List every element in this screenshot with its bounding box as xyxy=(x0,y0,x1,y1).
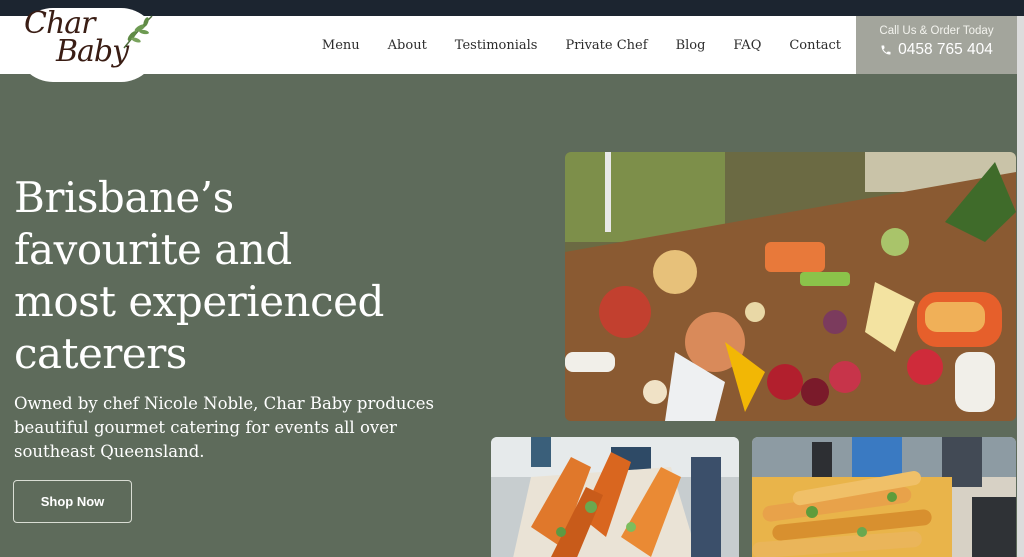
spring-rolls-photo xyxy=(752,437,1016,557)
hero-title-line: Brisbane’s xyxy=(14,173,234,222)
cta-phone: 0458 765 404 xyxy=(856,41,1017,59)
phone-icon xyxy=(881,45,891,55)
scrollbar-track[interactable] xyxy=(1017,16,1024,557)
shop-now-button[interactable]: Shop Now xyxy=(13,480,132,523)
grazing-table-photo xyxy=(565,152,1016,421)
hero-title-line: most experienced xyxy=(14,277,384,326)
nav-menu[interactable]: Menu xyxy=(322,38,360,53)
logo-line-2: Baby xyxy=(56,34,129,69)
hero-subtitle: Owned by chef Nicole Noble, Char Baby pr… xyxy=(14,394,434,461)
main-nav: Menu About Testimonials Private Chef Blog FAQ… xyxy=(294,16,841,74)
cta-phone-number: 0458 765 404 xyxy=(898,41,993,58)
nav-testimonials[interactable]: Testimonials xyxy=(455,38,538,53)
call-order-button[interactable]: Call Us & Order Today 0458 765 404 xyxy=(856,16,1017,74)
char-baby-logo[interactable]: Char Baby xyxy=(16,8,158,82)
cta-label: Call Us & Order Today xyxy=(879,25,994,37)
leaf-sprig-icon xyxy=(123,15,153,49)
hero-title: Brisbane’s favourite and most experience… xyxy=(14,172,484,380)
hero-title-line: favourite and xyxy=(14,225,292,274)
nav-private-chef[interactable]: Private Chef xyxy=(565,38,647,53)
nav-faq[interactable]: FAQ xyxy=(733,38,761,53)
nav-blog[interactable]: Blog xyxy=(676,38,706,53)
hero-title-line: caterers xyxy=(14,329,187,378)
nav-about[interactable]: About xyxy=(388,38,427,53)
loaded-fries-photo xyxy=(491,437,739,557)
logo-wordmark: Char Baby xyxy=(24,9,129,69)
nav-contact[interactable]: Contact xyxy=(789,38,841,53)
